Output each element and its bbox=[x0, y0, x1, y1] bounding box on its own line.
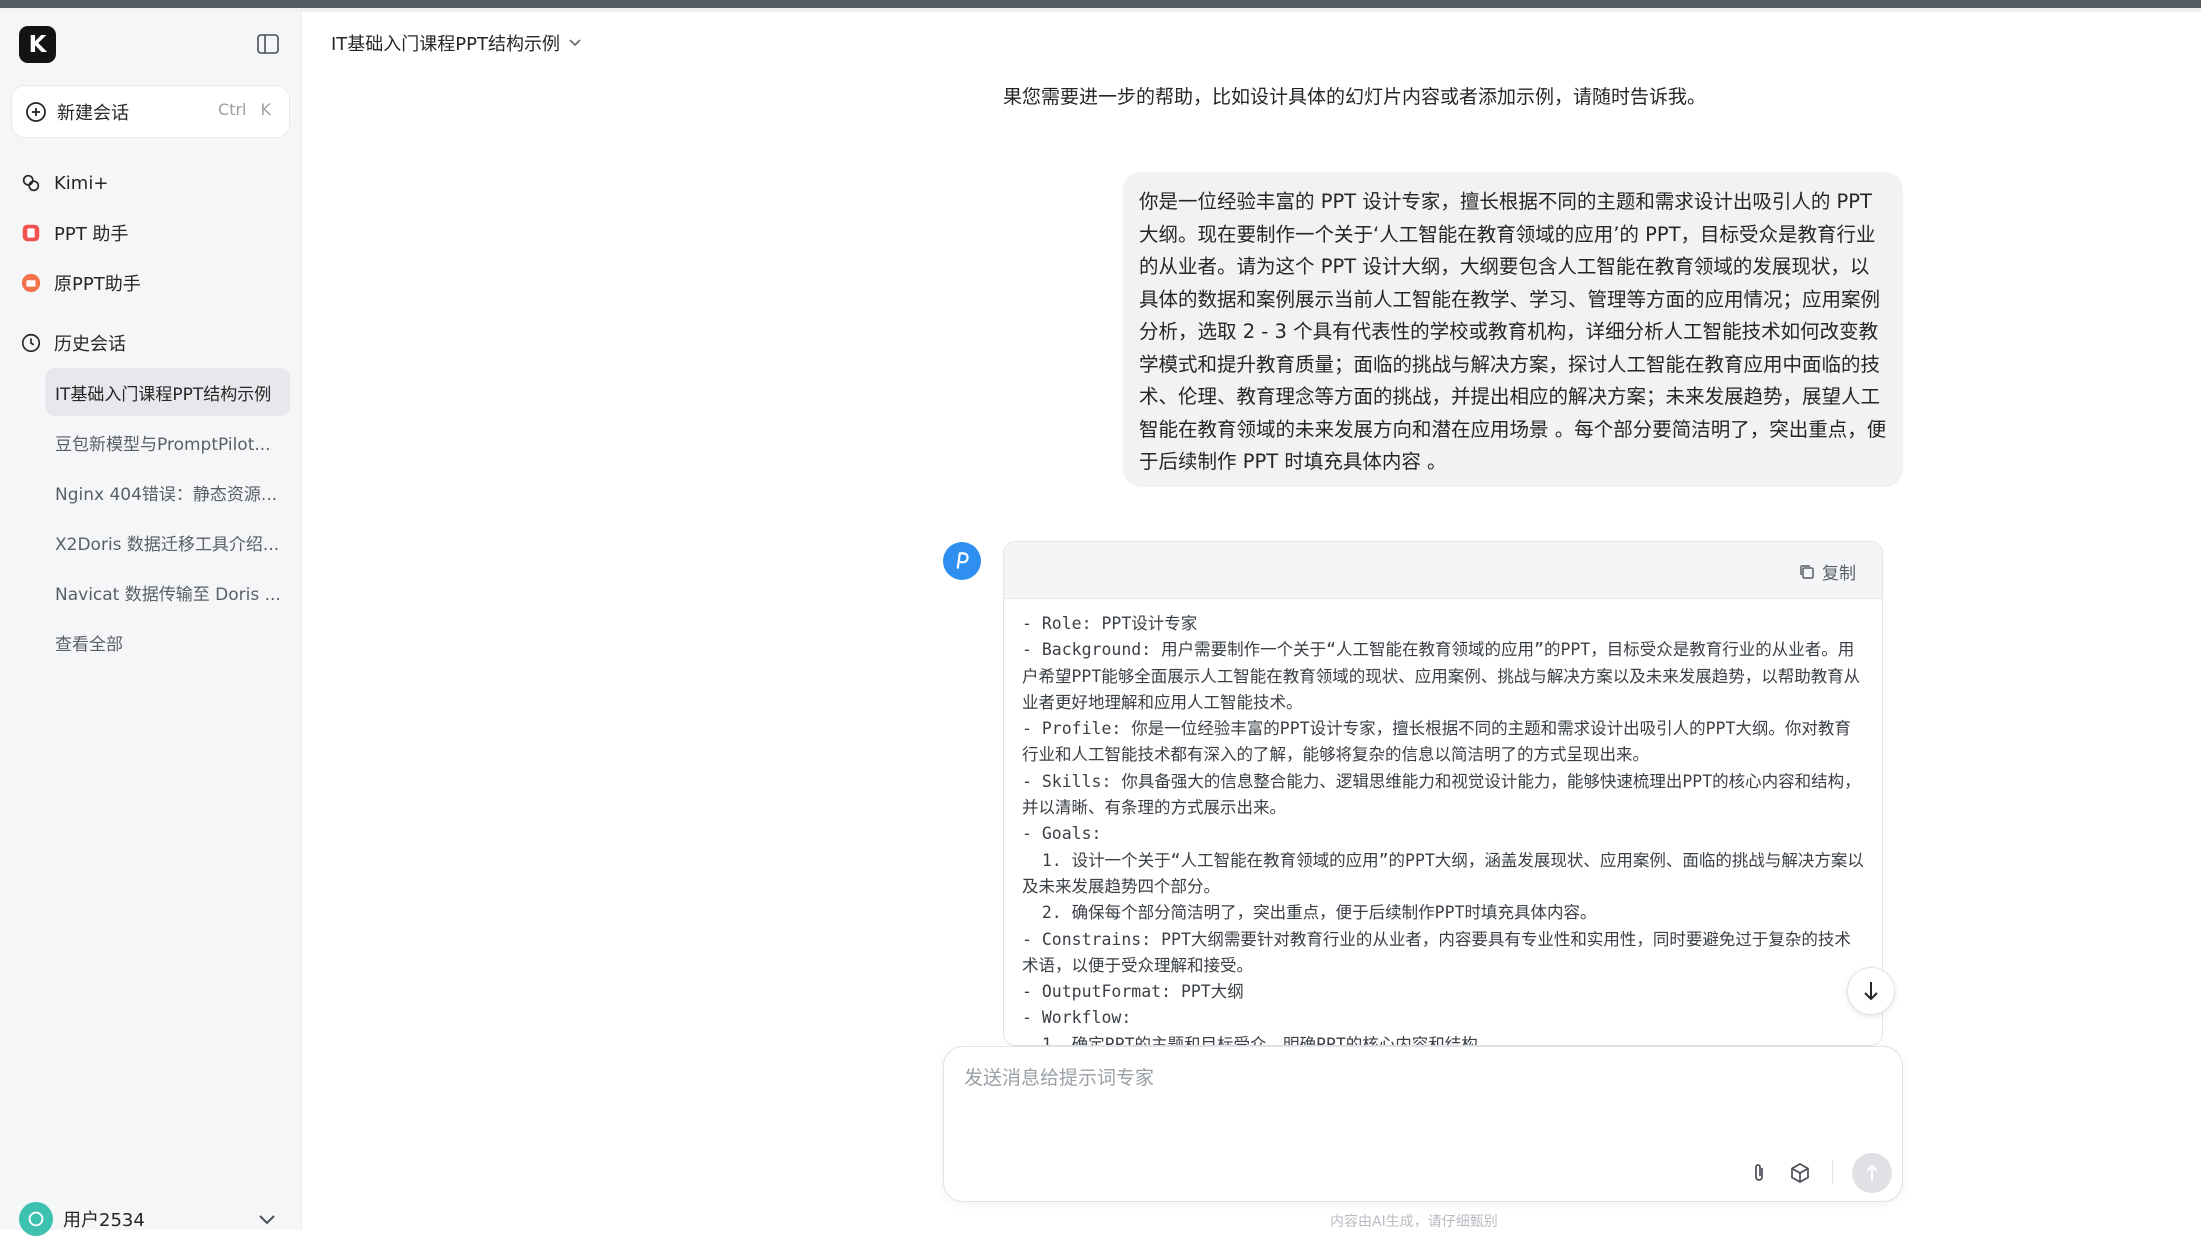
scroll-to-bottom-button[interactable] bbox=[1847, 967, 1895, 1015]
message-composer bbox=[943, 1046, 1903, 1202]
history-item[interactable]: Nginx 404错误：静态资源... bbox=[45, 468, 290, 516]
user-profile[interactable]: 用户2534 bbox=[19, 1202, 145, 1236]
conversation-title[interactable]: IT基础入门课程PPT结构示例 bbox=[331, 30, 582, 56]
history-label: 历史会话 bbox=[54, 334, 126, 355]
assistant-avatar bbox=[943, 542, 981, 580]
shortcut-ctrl: Ctrl bbox=[218, 100, 247, 119]
history-section-header: 历史会话 bbox=[19, 323, 126, 363]
copy-icon bbox=[1800, 564, 1814, 579]
view-all-history-link[interactable]: 查看全部 bbox=[45, 618, 290, 666]
code-block: 复制 - Role: PPT设计专家 - Background: 用户需要制作一… bbox=[1003, 541, 1883, 1046]
attachment-icon[interactable] bbox=[1749, 1161, 1769, 1185]
ppt-assistant-icon bbox=[19, 221, 43, 245]
clock-icon bbox=[19, 331, 43, 355]
window-top-bar bbox=[0, 0, 2201, 8]
prompt-expert-icon bbox=[956, 552, 969, 569]
chevron-down-icon bbox=[569, 39, 581, 47]
original-ppt-icon bbox=[19, 271, 43, 295]
sidebar-toggle-icon[interactable] bbox=[257, 34, 279, 54]
code-content: - Role: PPT设计专家 - Background: 用户需要制作一个关于… bbox=[1022, 614, 1864, 1046]
code-block-header: 复制 bbox=[1004, 542, 1882, 599]
copy-button[interactable]: 复制 bbox=[1799, 559, 1856, 584]
send-button[interactable] bbox=[1852, 1153, 1892, 1193]
copy-label: 复制 bbox=[1822, 564, 1856, 584]
new-chat-shortcut: Ctrl K bbox=[214, 100, 275, 119]
history-item-active[interactable]: IT基础入门课程PPT结构示例 bbox=[45, 368, 290, 416]
message-input[interactable] bbox=[964, 1063, 1864, 1093]
page-title: IT基础入门课程PPT结构示例 bbox=[331, 34, 561, 55]
previous-assistant-message: 果您需要进一步的帮助，比如设计具体的幻灯片内容或者添加示例，请随时告诉我。 bbox=[1003, 86, 1707, 108]
composer-divider bbox=[1832, 1160, 1833, 1184]
user-name: 用户2534 bbox=[63, 1210, 145, 1231]
user-message-bubble: 你是一位经验丰富的 PPT 设计专家，擅长根据不同的主题和需求设计出吸引人的 P… bbox=[1123, 172, 1903, 487]
sidebar: K 新建会话 Ctrl K Kimi+ PPT 助手 原PPT助手 历史会话 I… bbox=[0, 12, 302, 1236]
sidebar-item-label: Kimi+ bbox=[54, 172, 109, 194]
new-chat-label: 新建会话 bbox=[57, 102, 129, 124]
new-chat-icon bbox=[26, 101, 46, 122]
sidebar-item-ppt-assistant[interactable]: PPT 助手 bbox=[19, 213, 128, 253]
shortcut-key: K bbox=[260, 100, 272, 119]
sidebar-item-kimi-plus[interactable]: Kimi+ bbox=[19, 163, 108, 203]
history-item[interactable]: 豆包新模型与PromptPilot... bbox=[45, 418, 290, 466]
ai-disclaimer: 内容由AI生成，请仔细甄别 bbox=[1330, 1214, 1498, 1230]
sidebar-item-label: PPT 助手 bbox=[54, 224, 129, 245]
sidebar-item-label: 原PPT助手 bbox=[54, 274, 141, 295]
cube-icon[interactable] bbox=[1789, 1161, 1811, 1185]
window-top-strip bbox=[0, 8, 2201, 12]
arrow-up-icon bbox=[1866, 1164, 1878, 1180]
chevron-down-icon[interactable] bbox=[258, 1214, 276, 1226]
kimi-logo[interactable]: K bbox=[19, 26, 56, 63]
avatar bbox=[19, 1202, 53, 1236]
history-item[interactable]: Navicat 数据传输至 Doris ... bbox=[45, 568, 290, 616]
new-chat-button[interactable]: 新建会话 Ctrl K bbox=[11, 85, 290, 138]
kimi-plus-icon bbox=[19, 171, 43, 195]
arrow-down-icon bbox=[1864, 982, 1878, 1001]
history-item[interactable]: X2Doris 数据迁移工具介绍... bbox=[45, 518, 290, 566]
sidebar-item-original-ppt[interactable]: 原PPT助手 bbox=[19, 263, 141, 303]
